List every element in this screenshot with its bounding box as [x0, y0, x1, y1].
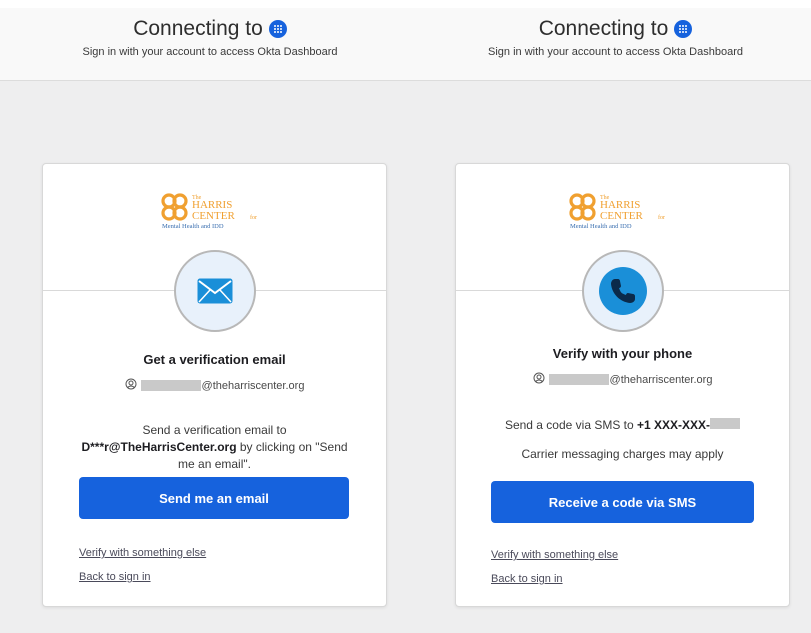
redacted-phone-digits [710, 418, 741, 429]
okta-icon [674, 20, 693, 38]
okta-icon [268, 20, 287, 38]
user-icon [125, 378, 137, 393]
carrier-charges-note: Carrier messaging charges may apply [521, 447, 724, 461]
header-subtitle: Sign in with your account to access Okta… [488, 46, 743, 58]
description-phone: +1 XXX-XXX- [637, 418, 711, 432]
factor-icon-circle [173, 250, 256, 332]
header-subtitle: Sign in with your account to access Okta… [82, 46, 338, 58]
logo-for: for [250, 214, 257, 221]
header-title-text: Connecting to [538, 17, 669, 40]
user-icon [533, 372, 545, 387]
description-prefix: Send a verification email to [142, 423, 287, 437]
auth-card: The HARRIS CENTER for Mental Health and … [455, 163, 790, 607]
factor-icon-circle [581, 250, 664, 332]
description-prefix: Send a code via SMS to [504, 418, 638, 432]
auth-card: The HARRIS CENTER for Mental Health and … [42, 163, 387, 607]
harris-center-logo: The HARRIS CENTER for Mental Health and … [456, 190, 789, 232]
verify-with-something-else-link[interactable]: Verify with something else [79, 547, 206, 559]
user-identifier: @theharriscenter.org [456, 372, 789, 387]
factor-description: Send a code via SMS to +1 XXX-XXX- [486, 417, 759, 434]
identifier-domain: @theharriscenter.org [201, 379, 305, 392]
phone-verification-panel: Connecting to Sign in with your account … [420, 0, 811, 633]
top-edge-strip [0, 0, 811, 8]
phone-icon [598, 267, 647, 315]
description-email: D***r@TheHarrisCenter.org [81, 440, 237, 454]
header: Connecting to Sign in with your account … [420, 0, 811, 81]
harris-center-logo: The HARRIS CENTER for Mental Health and … [43, 190, 386, 232]
header-title-text: Connecting to [133, 17, 263, 40]
redacted-username [548, 374, 609, 385]
logo-tagline: Mental Health and IDD [162, 223, 224, 230]
logo-tagline: Mental Health and IDD [570, 223, 632, 230]
factor-description: Send a verification email to D***r@TheHa… [73, 422, 356, 473]
logo-center: CENTER [600, 210, 643, 222]
back-to-sign-in-link[interactable]: Back to sign in [79, 571, 151, 583]
redacted-username [140, 380, 201, 391]
email-icon [197, 278, 232, 304]
email-verification-panel: Connecting to Sign in with your account … [0, 0, 420, 633]
verify-with-something-else-link[interactable]: Verify with something else [491, 549, 618, 561]
logo-center: CENTER [192, 210, 235, 222]
factor-title: Get a verification email [143, 352, 286, 367]
logo-for: for [658, 214, 665, 221]
header-title: Connecting to [420, 16, 811, 42]
identifier-domain: @theharriscenter.org [609, 373, 713, 386]
back-to-sign-in-link[interactable]: Back to sign in [491, 573, 563, 585]
header-title: Connecting to [0, 16, 420, 42]
factor-title: Verify with your phone [552, 346, 693, 361]
header: Connecting to Sign in with your account … [0, 0, 420, 81]
receive-sms-code-button[interactable]: Receive a code via SMS [491, 481, 754, 523]
user-identifier: @theharriscenter.org [43, 378, 386, 393]
send-email-button[interactable]: Send me an email [79, 477, 349, 519]
